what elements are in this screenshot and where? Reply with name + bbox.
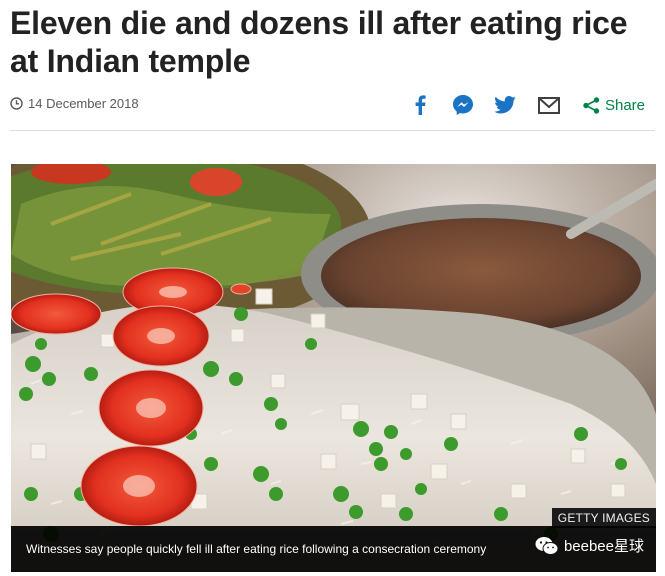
share-button[interactable]: Share (583, 97, 645, 114)
article-meta: 14 December 2018 Share (10, 90, 655, 120)
watermark-text: beebee星球 (563, 538, 644, 555)
messenger-icon (452, 95, 473, 115)
article-headline: Eleven die and dozens ill after eating r… (10, 5, 628, 79)
divider (10, 130, 655, 131)
email-share-button[interactable] (537, 96, 561, 114)
share-label: Share (604, 96, 645, 114)
share-icon (583, 96, 600, 114)
clock-icon (10, 97, 23, 110)
facebook-share-button[interactable] (409, 95, 431, 115)
photo-credit: GETTY IMAGES (551, 508, 656, 528)
share-toolbar: Share (409, 90, 645, 120)
photo-caption: Witnesses say people quickly fell ill af… (26, 542, 487, 556)
photo-caption-bar: Witnesses say people quickly fell ill af… (11, 526, 656, 572)
email-icon (537, 96, 560, 114)
wechat-icon (535, 536, 559, 555)
facebook-icon (415, 95, 426, 115)
publish-date: 14 December 2018 (10, 96, 139, 111)
twitter-share-button[interactable] (493, 96, 517, 114)
messenger-share-button[interactable] (451, 94, 475, 116)
date-text: 14 December 2018 (28, 96, 139, 111)
twitter-icon (494, 96, 516, 114)
watermark: beebee星球 (535, 535, 644, 556)
article-photo: GETTY IMAGES Witnesses say people quickl… (11, 164, 656, 572)
